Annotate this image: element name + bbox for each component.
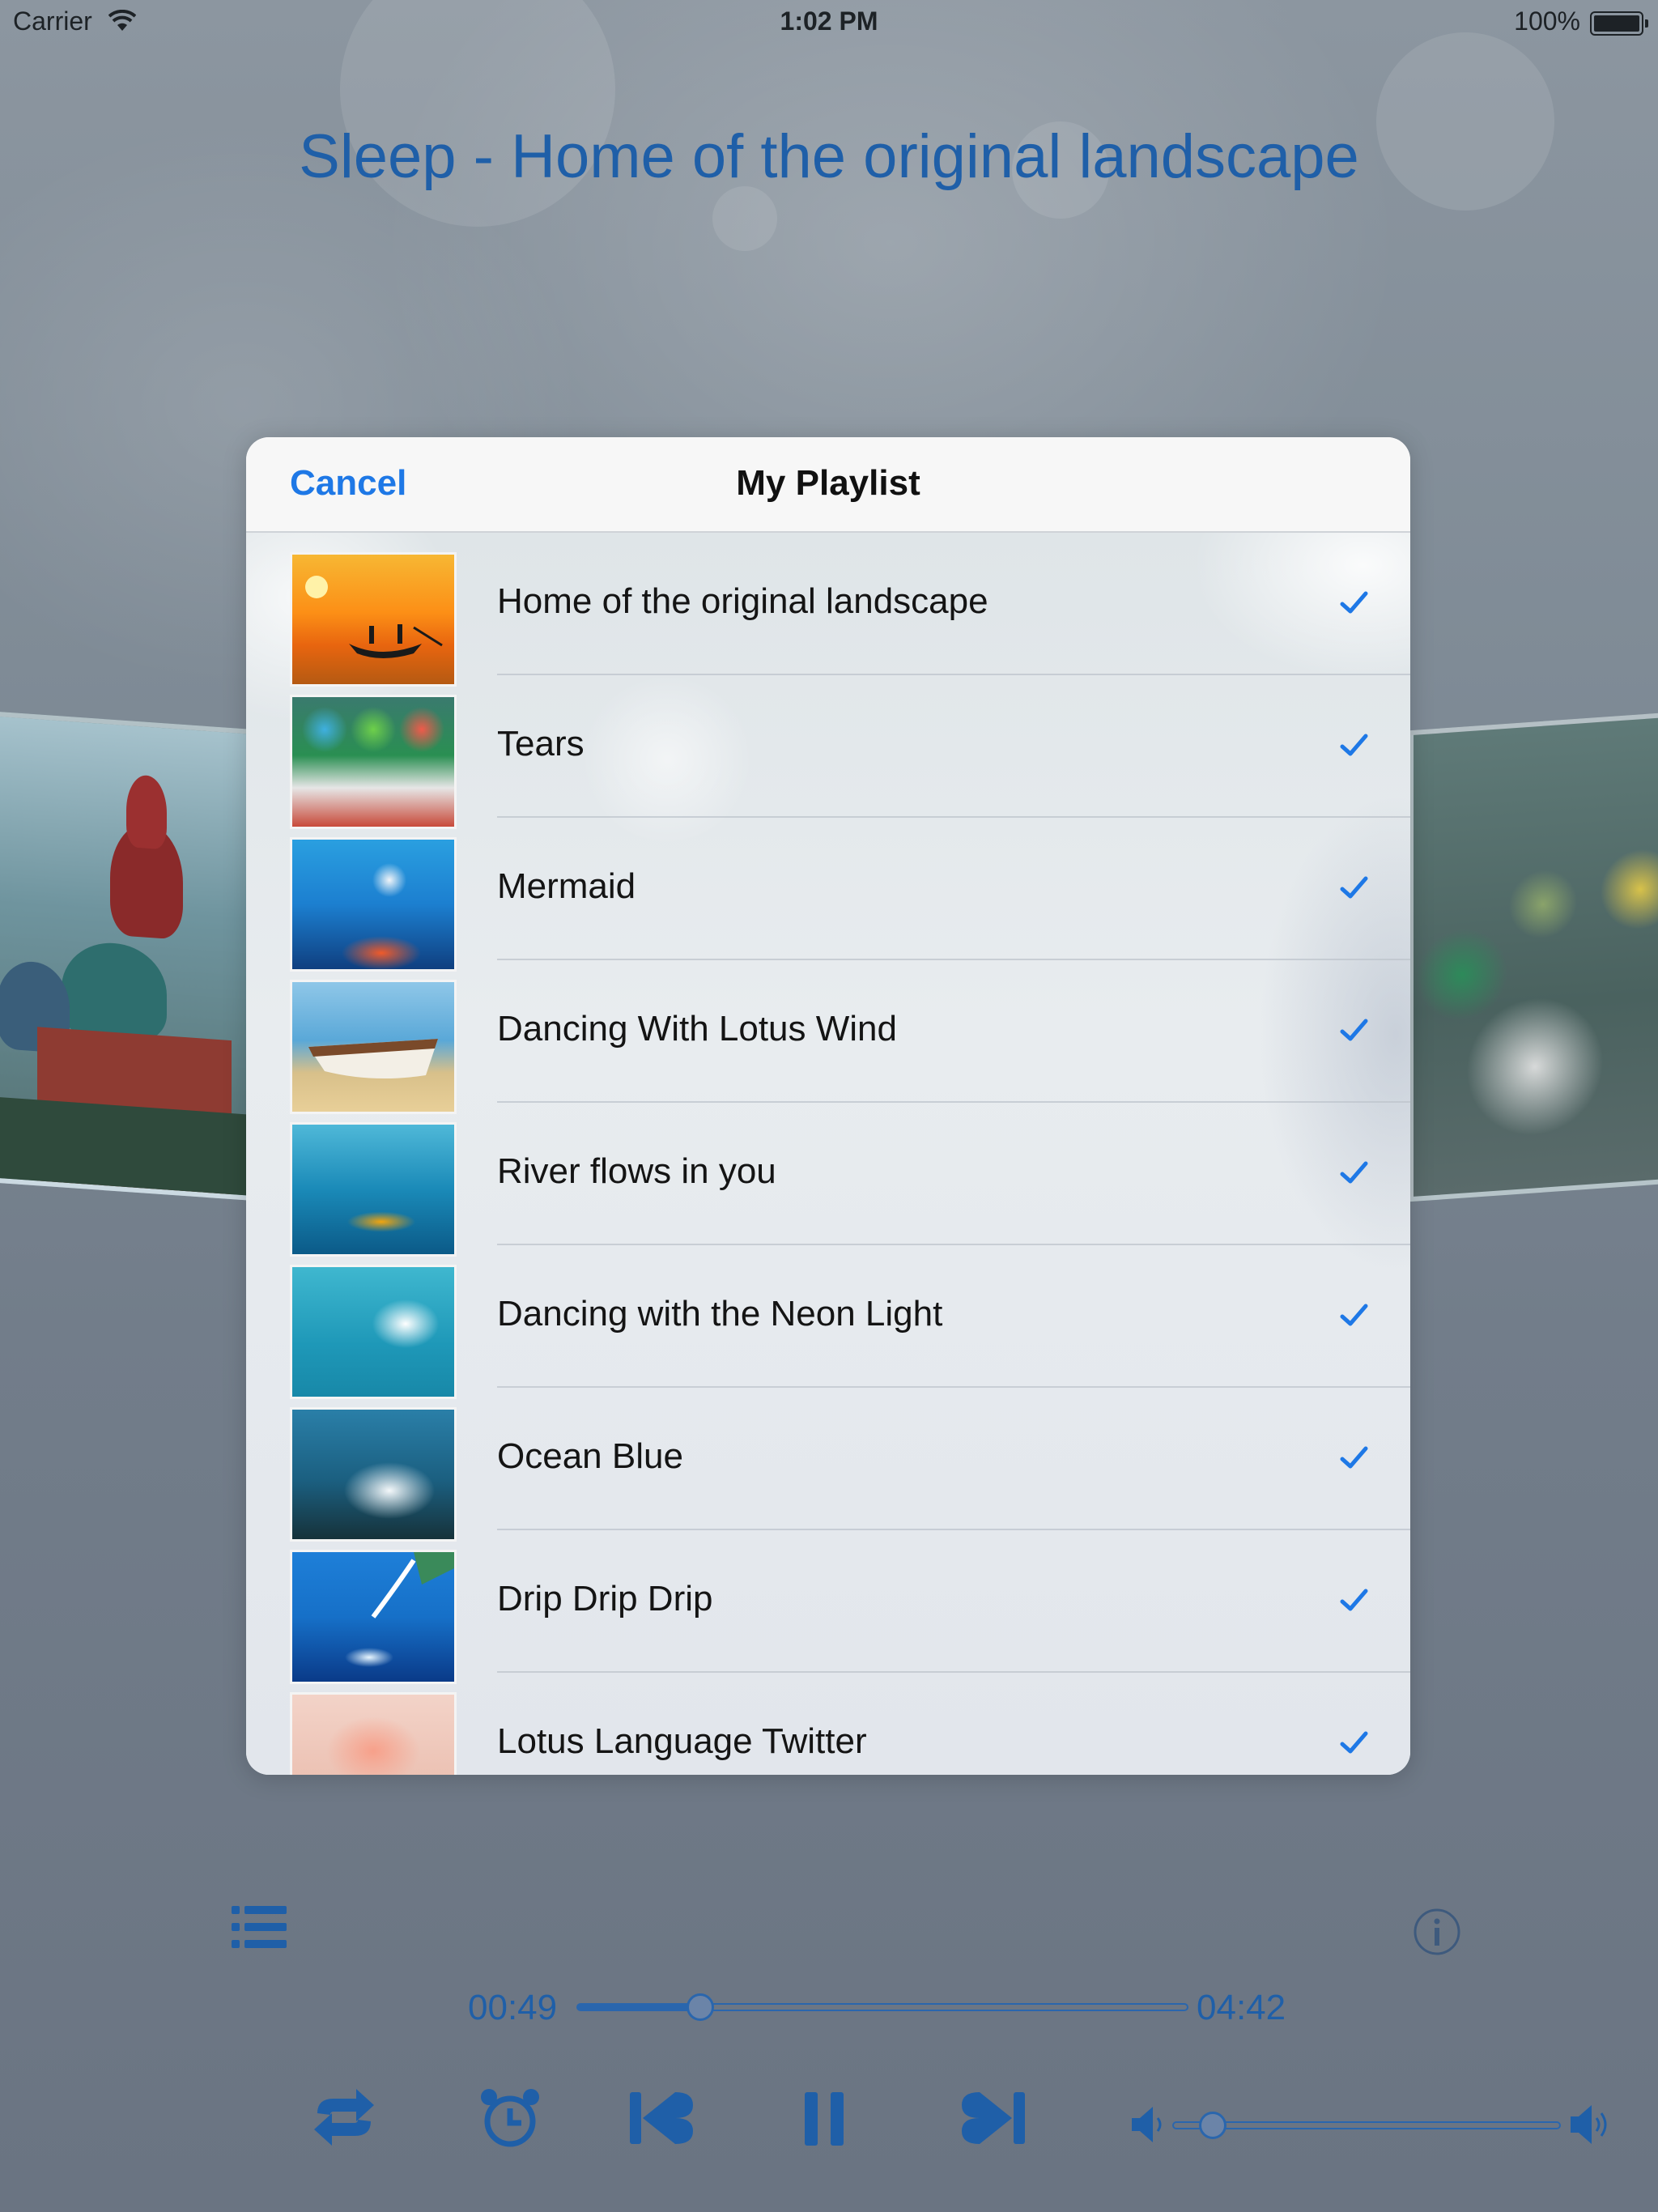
- playlist-item[interactable]: River flows in you: [246, 1103, 1410, 1257]
- track-title: Mermaid: [497, 866, 636, 906]
- previous-album-art[interactable]: [0, 710, 269, 1202]
- checkmark-icon: [1340, 1446, 1368, 1469]
- list-icon[interactable]: [230, 1903, 290, 1951]
- checkmark-icon: [1340, 876, 1368, 899]
- repeat-icon[interactable]: [309, 2086, 379, 2149]
- playlist-item[interactable]: Dancing With Lotus Wind: [246, 960, 1410, 1114]
- checkmark-icon: [1340, 1304, 1368, 1326]
- battery-percentage: 100%: [1514, 6, 1580, 36]
- track-thumbnail: [290, 980, 457, 1114]
- info-icon[interactable]: [1413, 1908, 1461, 1956]
- volume-slider[interactable]: [1172, 2112, 1561, 2139]
- track-title: Dancing With Lotus Wind: [497, 1009, 897, 1049]
- pause-icon[interactable]: [801, 2091, 847, 2147]
- progress-slider[interactable]: [576, 1993, 1188, 2021]
- track-thumbnail: [290, 1265, 457, 1399]
- checkmark-icon: [1340, 591, 1368, 614]
- track-thumbnail: [290, 695, 457, 829]
- now-playing-title: Sleep - Home of the original landscape: [299, 122, 1359, 191]
- track-thumbnail: [290, 1692, 457, 1775]
- track-title: Tears: [497, 724, 585, 764]
- track-thumbnail: [290, 837, 457, 972]
- track-title: Dancing with the Neon Light: [497, 1294, 943, 1334]
- track-title: Drip Drip Drip: [497, 1579, 713, 1619]
- track-thumbnail: [290, 552, 457, 687]
- playlist-item[interactable]: Mermaid: [246, 818, 1410, 972]
- track-thumbnail: [290, 1407, 457, 1542]
- checkmark-icon: [1340, 1731, 1368, 1754]
- playlist-item[interactable]: Lotus Language Twitter: [246, 1673, 1410, 1775]
- track-thumbnail: [290, 1550, 457, 1684]
- status-bar: Carrier 1:02 PM 100%: [0, 0, 1658, 45]
- playlist-item[interactable]: Ocean Blue: [246, 1388, 1410, 1542]
- volume-high-icon[interactable]: [1567, 2102, 1613, 2147]
- playlist-item[interactable]: Tears: [246, 675, 1410, 829]
- track-thumbnail: [290, 1122, 457, 1257]
- battery-icon: [1590, 11, 1648, 36]
- previous-track-icon[interactable]: [627, 2089, 695, 2147]
- elapsed-time: 00:49: [468, 1988, 558, 2027]
- progress-knob[interactable]: [687, 1993, 715, 2021]
- next-track-icon[interactable]: [960, 2089, 1028, 2147]
- checkmark-icon: [1340, 1589, 1368, 1611]
- checkmark-icon: [1340, 734, 1368, 756]
- track-title: Ocean Blue: [497, 1436, 683, 1476]
- alarm-clock-icon[interactable]: [478, 2084, 542, 2152]
- modal-title: My Playlist: [736, 463, 920, 503]
- track-title: Home of the original landscape: [497, 581, 988, 621]
- checkmark-icon: [1340, 1019, 1368, 1041]
- playlist-item[interactable]: Drip Drip Drip: [246, 1530, 1410, 1684]
- playlist-list[interactable]: Home of the original landscape Tears Mer…: [246, 533, 1410, 1775]
- playlist-item[interactable]: Home of the original landscape: [246, 533, 1410, 687]
- track-title: Lotus Language Twitter: [497, 1721, 867, 1761]
- playlist-modal: Cancel My Playlist Home of the original …: [246, 437, 1410, 1775]
- volume-low-icon[interactable]: [1129, 2104, 1164, 2146]
- volume-knob[interactable]: [1199, 2112, 1226, 2139]
- clock: 1:02 PM: [780, 6, 878, 36]
- modal-header: Cancel My Playlist: [246, 437, 1410, 533]
- next-album-art[interactable]: [1409, 710, 1658, 1202]
- checkmark-icon: [1340, 1161, 1368, 1184]
- total-time: 04:42: [1197, 1988, 1286, 2027]
- track-title: River flows in you: [497, 1151, 776, 1191]
- progress-fill: [578, 2005, 700, 2010]
- playlist-item[interactable]: Dancing with the Neon Light: [246, 1245, 1410, 1399]
